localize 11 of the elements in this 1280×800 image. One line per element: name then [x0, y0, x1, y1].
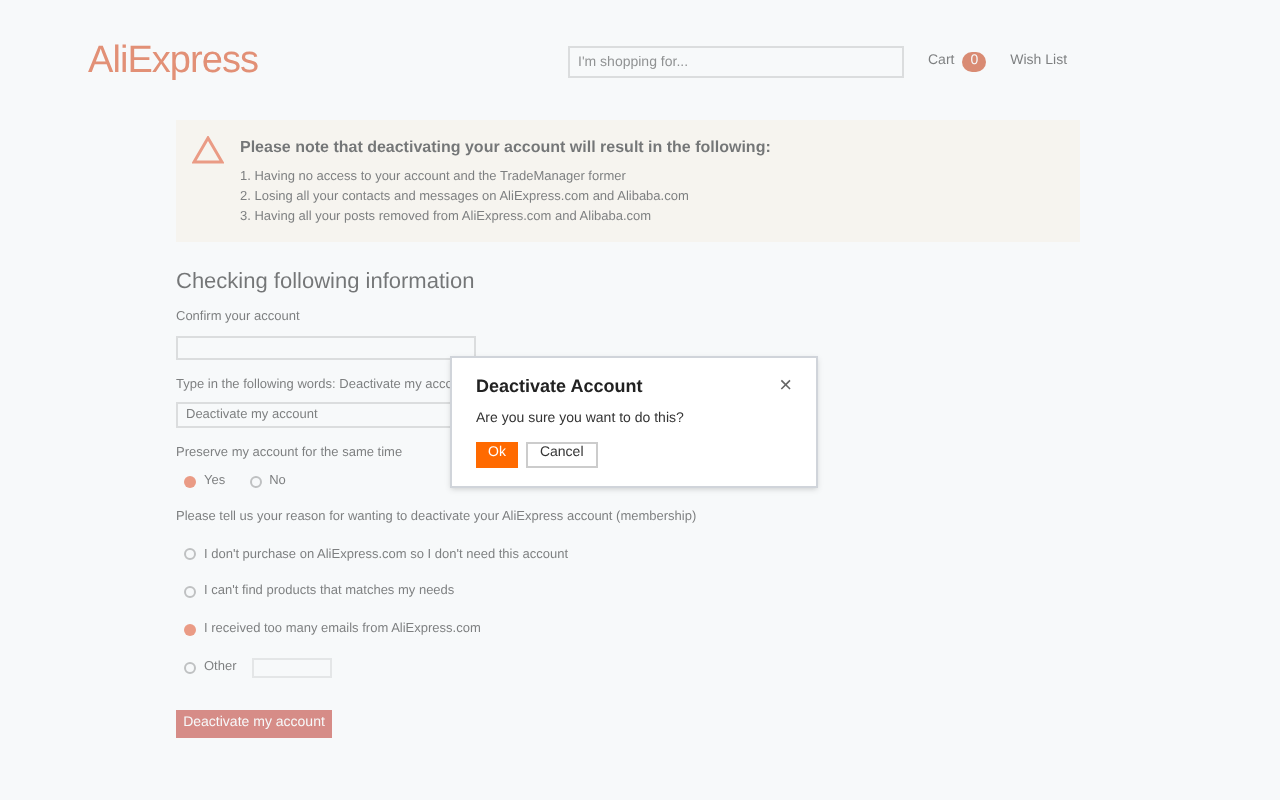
radio-icon[interactable]: [184, 661, 196, 674]
notice-title: Please note that deactivating your account will result in the following:: [240, 136, 771, 160]
dialog-title: Deactivate Account: [476, 374, 643, 400]
radio-icon[interactable]: [184, 586, 196, 599]
input-field[interactable]: [176, 335, 476, 359]
warning-icon: [192, 136, 224, 164]
close-button[interactable]: ×: [779, 376, 792, 399]
logo[interactable]: AliExpress: [88, 33, 258, 91]
section-heading: Checking following information: [176, 268, 475, 299]
radio-icon[interactable]: [184, 548, 196, 561]
radio-icon[interactable]: [184, 623, 196, 636]
